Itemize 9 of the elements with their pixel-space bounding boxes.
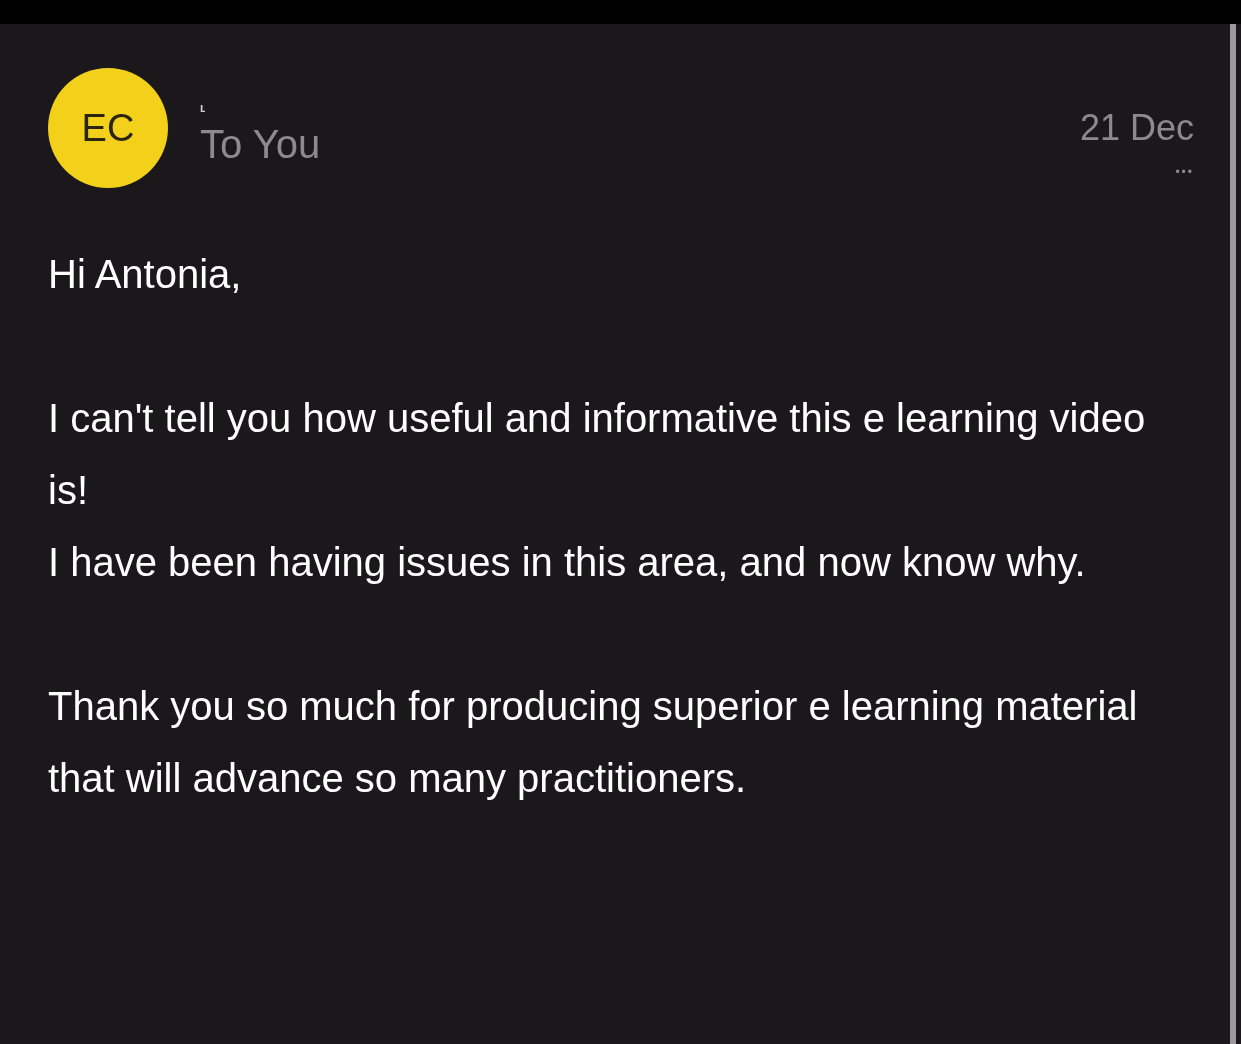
more-button[interactable]: •••: [1175, 162, 1194, 182]
message-paragraph: I can't tell you how useful and informative this e learning video is! I have been having issues in this area, and now know why.: [48, 395, 1147, 586]
avatar: EC: [48, 68, 168, 188]
greeting-text: Hi Antonia,: [48, 251, 243, 298]
scrollbar[interactable]: [1229, 24, 1236, 1044]
recipient-label: To You: [200, 121, 321, 168]
message-paragraph: Thank you so much for producing superior e learning material that will advance so many practitioners.: [48, 683, 1139, 802]
date-label: 21 Dec: [1079, 106, 1194, 150]
sender-name: ʟ: [200, 100, 207, 117]
